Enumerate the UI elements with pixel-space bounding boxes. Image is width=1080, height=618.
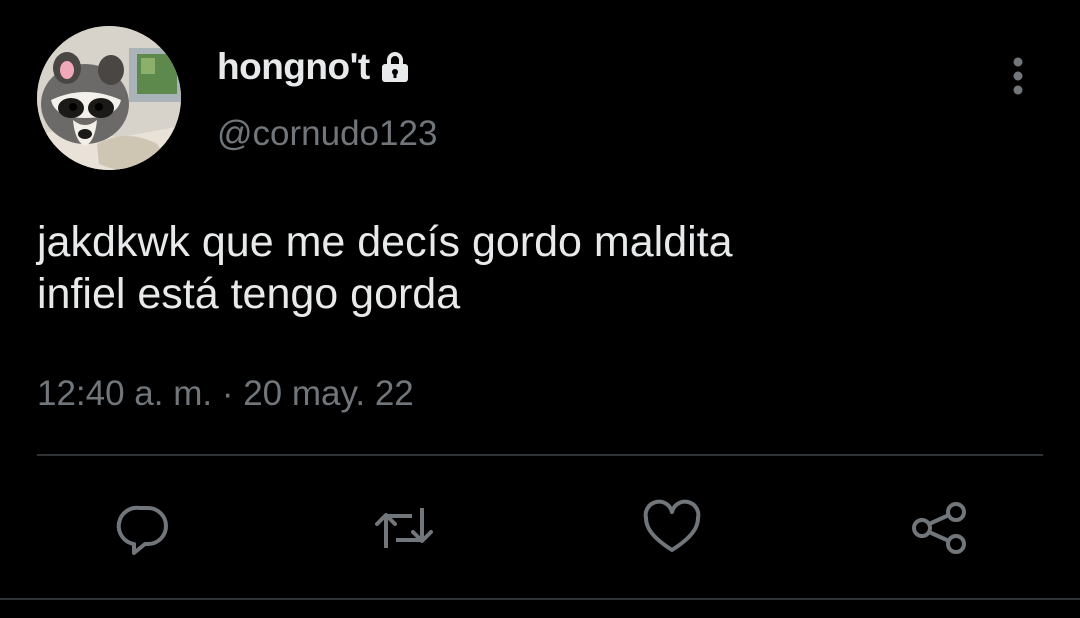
avatar[interactable] xyxy=(37,26,181,170)
retweet-icon xyxy=(375,508,433,548)
share-button[interactable] xyxy=(908,498,972,558)
bottom-divider xyxy=(0,598,1080,600)
tweet-text: jakdkwk que me decís gordo maldita infie… xyxy=(37,218,733,318)
more-options-button[interactable] xyxy=(998,52,1038,100)
retweet-button[interactable] xyxy=(372,498,436,558)
reply-button[interactable] xyxy=(112,498,176,558)
display-name[interactable]: hongno't xyxy=(217,45,412,89)
reply-icon xyxy=(116,505,168,555)
like-button[interactable] xyxy=(640,498,704,558)
lock-icon xyxy=(378,50,412,84)
avatar-image xyxy=(37,26,181,170)
display-name-text: hongno't xyxy=(217,46,370,87)
more-vertical-icon xyxy=(1013,57,1023,95)
share-icon xyxy=(912,502,966,554)
divider xyxy=(37,454,1043,456)
user-handle[interactable]: @cornudo123 xyxy=(217,112,437,156)
heart-icon xyxy=(643,499,701,552)
tweet-timestamp[interactable]: 12:40 a. m. · 20 may. 22 xyxy=(37,372,414,416)
